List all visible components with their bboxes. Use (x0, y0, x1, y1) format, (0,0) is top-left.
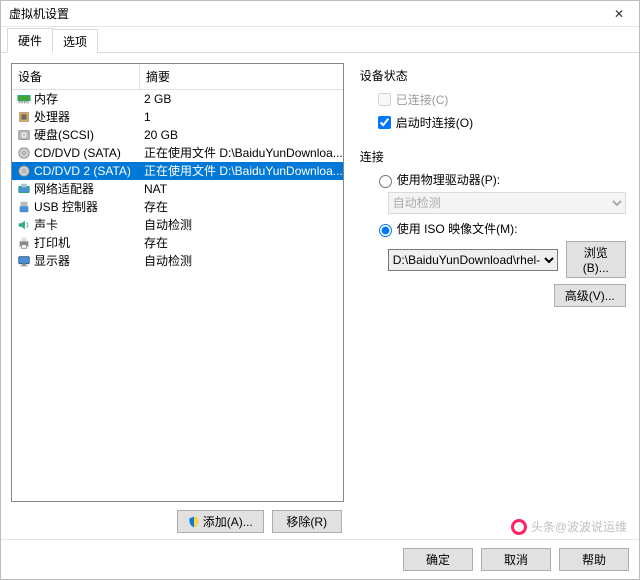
col-summary[interactable]: 摘要 (140, 64, 343, 89)
use-iso-input[interactable] (379, 224, 392, 237)
device-row[interactable]: 打印机 存在 (12, 234, 343, 252)
window-title: 虚拟机设置 (9, 5, 599, 22)
device-summary: 存在 (144, 198, 343, 216)
cd-icon (16, 146, 32, 160)
sound-icon (16, 218, 32, 232)
advanced-button[interactable]: 高级(V)... (554, 284, 626, 307)
device-summary: 存在 (144, 234, 343, 252)
device-summary: 20 GB (144, 126, 343, 144)
device-name: 网络适配器 (34, 180, 94, 198)
ok-button[interactable]: 确定 (403, 548, 473, 571)
device-summary: 自动检测 (144, 252, 343, 270)
physical-select: 自动检测 (388, 192, 626, 214)
device-summary: 正在使用文件 D:\BaiduYunDownloa... (144, 144, 343, 162)
connect-on-power-checkbox[interactable]: 启动时连接(O) (374, 113, 626, 132)
use-iso-label: 使用 ISO 映像文件(M): (397, 220, 518, 237)
device-list-header: 设备 摘要 (12, 64, 343, 90)
device-row[interactable]: 处理器 1 (12, 108, 343, 126)
device-list: 设备 摘要 内存2 GB处理器1硬盘(SCSI)20 GBCD/DVD (SAT… (11, 63, 344, 502)
dialog-buttons: 确定 取消 帮助 (1, 539, 639, 579)
connect-on-power-label: 启动时连接(O) (396, 114, 473, 131)
add-label: 添加(A)... (203, 515, 253, 529)
col-device[interactable]: 设备 (12, 64, 140, 89)
device-name: USB 控制器 (34, 198, 98, 216)
device-row[interactable]: 显示器 自动检测 (12, 252, 343, 270)
cd-icon (16, 164, 32, 178)
iso-path-select[interactable]: D:\BaiduYunDownload\rhel- (388, 249, 558, 271)
use-iso-radio[interactable]: 使用 ISO 映像文件(M): (374, 220, 626, 237)
printer-icon (16, 236, 32, 250)
connected-label: 已连接(C) (396, 91, 449, 108)
connected-checkbox: 已连接(C) (374, 90, 626, 109)
device-name: 声卡 (34, 216, 58, 234)
memory-icon (16, 92, 32, 106)
use-physical-label: 使用物理驱动器(P): (397, 171, 500, 188)
title-bar: 虚拟机设置 ✕ (1, 1, 639, 27)
device-row[interactable]: CD/DVD 2 (SATA) 正在使用文件 D:\BaiduYunDownloa… (12, 162, 343, 180)
device-row[interactable]: 声卡 自动检测 (12, 216, 343, 234)
device-name: 显示器 (34, 252, 70, 270)
device-name: 打印机 (34, 234, 70, 252)
browse-button[interactable]: 浏览(B)... (566, 241, 626, 278)
device-row[interactable]: 内存 2 GB (12, 90, 343, 108)
status-title: 设备状态 (360, 67, 626, 84)
cpu-icon (16, 110, 32, 124)
help-button[interactable]: 帮助 (559, 548, 629, 571)
device-name: 硬盘(SCSI) (34, 126, 94, 144)
use-physical-radio[interactable]: 使用物理驱动器(P): (374, 171, 626, 188)
tab-hardware[interactable]: 硬件 (7, 28, 53, 53)
close-button[interactable]: ✕ (599, 1, 639, 27)
usb-icon (16, 200, 32, 214)
display-icon (16, 254, 32, 268)
connected-input (378, 93, 391, 106)
device-row[interactable]: CD/DVD (SATA) 正在使用文件 D:\BaiduYunDownloa..… (12, 144, 343, 162)
physical-combo: 自动检测 (388, 192, 626, 214)
device-name: 处理器 (34, 108, 70, 126)
device-summary: 正在使用文件 D:\BaiduYunDownloa... (144, 162, 343, 180)
net-icon (16, 182, 32, 196)
device-row[interactable]: 网络适配器 NAT (12, 180, 343, 198)
device-summary: 2 GB (144, 90, 343, 108)
tab-strip: 硬件 选项 (1, 27, 639, 53)
device-row[interactable]: USB 控制器 存在 (12, 198, 343, 216)
cancel-button[interactable]: 取消 (481, 548, 551, 571)
shield-icon (188, 516, 200, 528)
device-row[interactable]: 硬盘(SCSI) 20 GB (12, 126, 343, 144)
connect-on-power-input[interactable] (378, 116, 391, 129)
device-summary: 自动检测 (144, 216, 343, 234)
device-summary: NAT (144, 180, 343, 198)
close-icon: ✕ (614, 7, 624, 21)
add-button[interactable]: 添加(A)... (177, 510, 264, 533)
tab-options[interactable]: 选项 (52, 29, 98, 53)
disk-icon (16, 128, 32, 142)
connection-title: 连接 (360, 148, 626, 165)
device-name: CD/DVD (SATA) (34, 144, 121, 162)
device-name: CD/DVD 2 (SATA) (34, 162, 131, 180)
device-name: 内存 (34, 90, 58, 108)
use-physical-input[interactable] (379, 175, 392, 188)
device-summary: 1 (144, 108, 343, 126)
remove-button[interactable]: 移除(R) (272, 510, 342, 533)
